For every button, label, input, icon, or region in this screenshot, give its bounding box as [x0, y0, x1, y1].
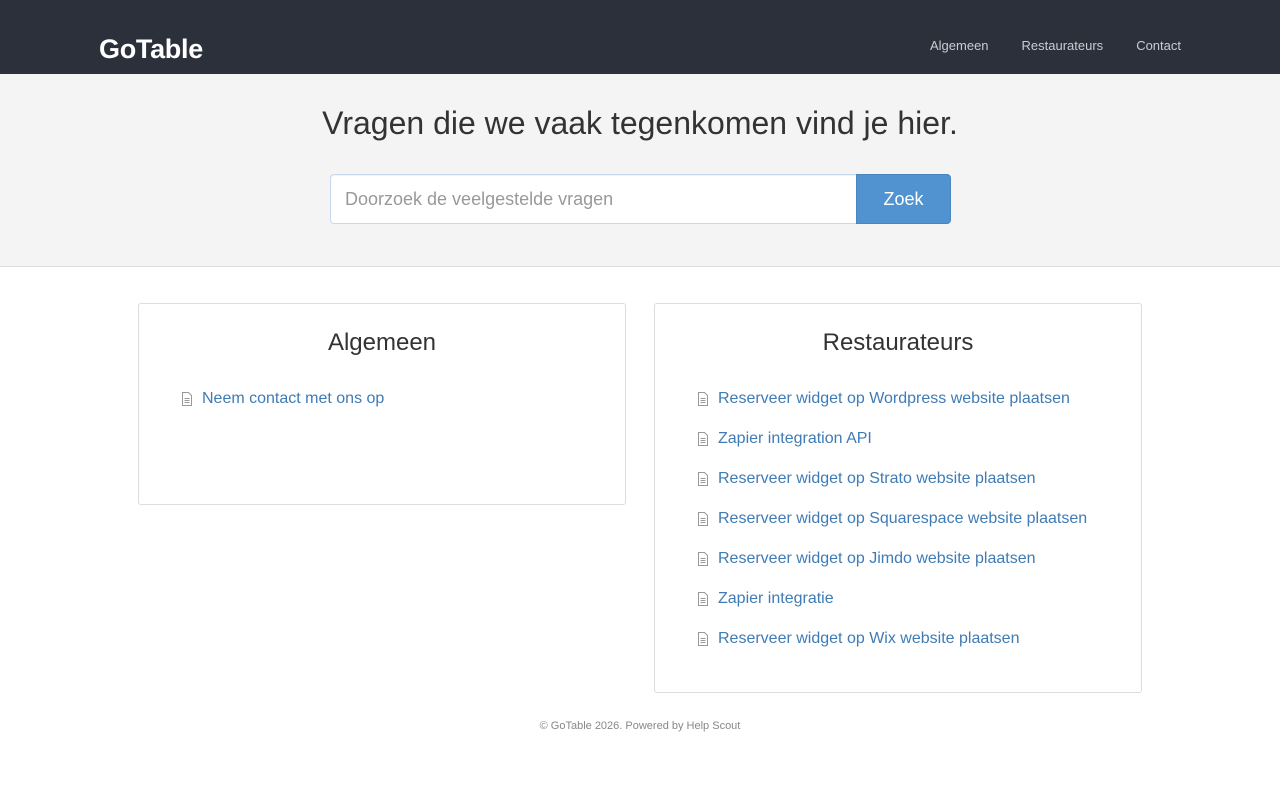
copyright-text: © GoTable 2026. Powered by: [539, 720, 687, 732]
main-nav: Algemeen Restaurateurs Contact: [897, 28, 1181, 64]
document-icon: [697, 428, 711, 450]
nav-link-contact[interactable]: Contact: [1136, 28, 1181, 64]
search-button[interactable]: Zoek: [856, 174, 951, 224]
nav-link-restaurateurs[interactable]: Restaurateurs: [1022, 28, 1104, 64]
list-item: Reserveer widget op Wordpress website pl…: [697, 388, 1087, 428]
article-link[interactable]: Reserveer widget op Wix website plaatsen: [718, 628, 1019, 650]
search-hero: Vragen die we vaak tegenkomen vind je hi…: [0, 74, 1280, 267]
page-title: Vragen die we vaak tegenkomen vind je hi…: [322, 105, 958, 141]
list-item: Zapier integratie: [697, 588, 1087, 628]
list-item: Reserveer widget op Squarespace website …: [697, 508, 1087, 548]
nav-link-algemeen[interactable]: Algemeen: [930, 28, 989, 64]
article-link[interactable]: Reserveer widget op Jimdo website plaats…: [718, 548, 1036, 570]
category-title: Restaurateurs: [822, 329, 974, 356]
document-icon: [697, 588, 711, 610]
list-item: Zapier integration API: [697, 428, 1087, 468]
article-link[interactable]: Reserveer widget op Strato website plaat…: [718, 468, 1036, 490]
document-icon: [697, 388, 711, 410]
article-link[interactable]: Reserveer widget op Wordpress website pl…: [718, 388, 1070, 410]
article-link[interactable]: Zapier integratie: [718, 588, 834, 610]
document-icon: [697, 508, 711, 530]
category-card-restaurateurs: Restaurateurs Reserveer widget op Wordpr…: [654, 303, 1142, 693]
search-input[interactable]: [330, 174, 856, 224]
list-item: Reserveer widget op Jimdo website plaats…: [697, 548, 1087, 588]
document-icon: [181, 388, 195, 410]
list-item: Reserveer widget op Strato website plaat…: [697, 468, 1087, 508]
article-link[interactable]: Neem contact met ons op: [202, 388, 384, 410]
article-link[interactable]: Zapier integration API: [718, 428, 872, 450]
search-form: Zoek: [330, 174, 951, 224]
top-navbar: GoTable Algemeen Restaurateurs Contact: [0, 0, 1280, 74]
article-link[interactable]: Reserveer widget op Squarespace website …: [718, 508, 1087, 530]
category-title: Algemeen: [327, 329, 437, 356]
logo[interactable]: GoTable: [99, 31, 203, 67]
article-list: Reserveer widget op Wordpress website pl…: [697, 388, 1087, 668]
footer: © GoTable 2026. Powered by Help Scout: [0, 719, 1280, 733]
powered-by-link[interactable]: Help Scout: [687, 720, 741, 732]
list-item: Reserveer widget op Wix website plaatsen: [697, 628, 1087, 668]
category-card-algemeen: Algemeen Neem contact met ons op: [138, 303, 626, 505]
document-icon: [697, 548, 711, 570]
article-list: Neem contact met ons op: [181, 388, 384, 428]
list-item: Neem contact met ons op: [181, 388, 384, 428]
document-icon: [697, 628, 711, 650]
document-icon: [697, 468, 711, 490]
